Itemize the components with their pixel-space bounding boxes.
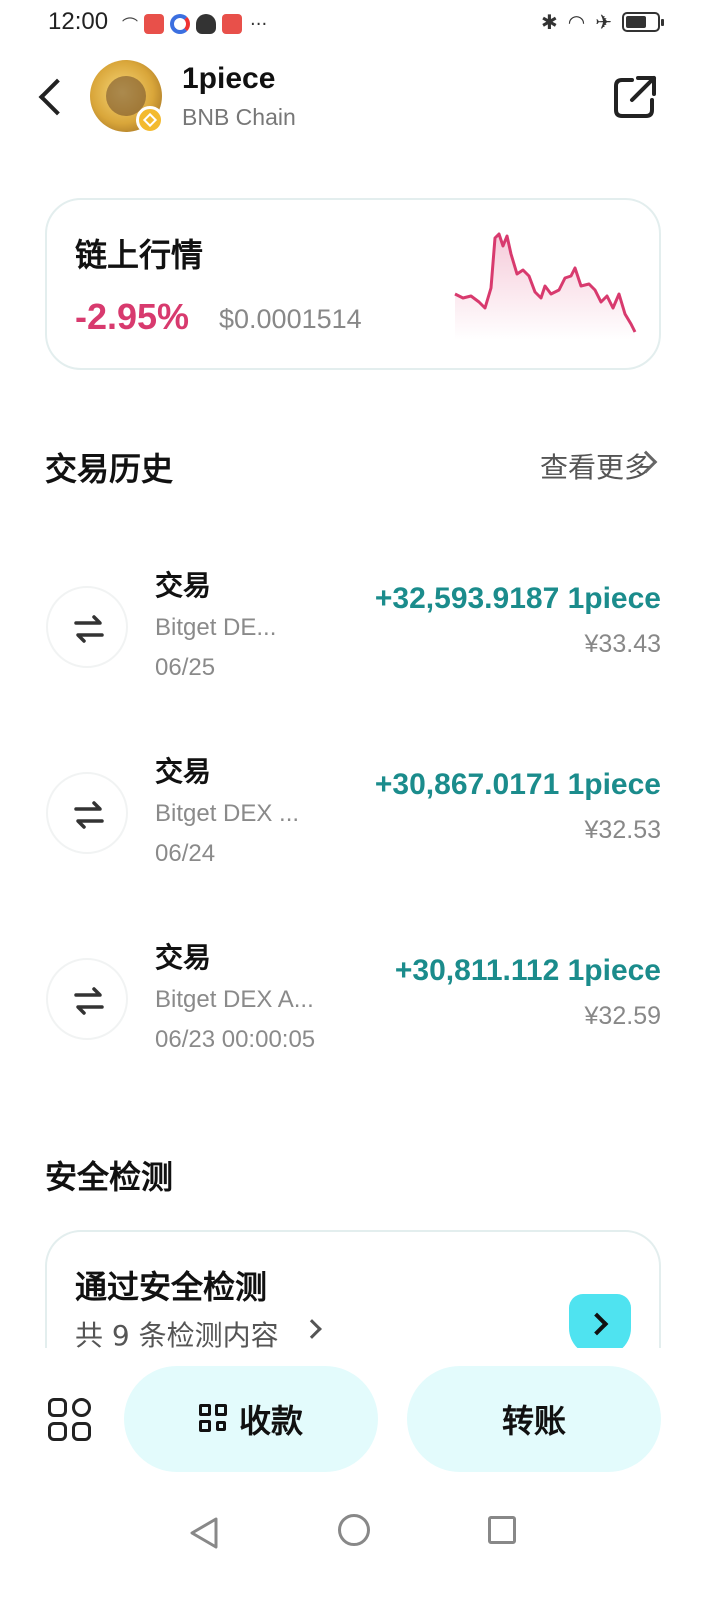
- view-more-link[interactable]: 查看更多: [540, 446, 652, 486]
- nav-back-icon[interactable]: [188, 1516, 220, 1550]
- g-app-icon: [170, 14, 191, 34]
- history-title: 交易历史: [45, 450, 174, 488]
- receive-button[interactable]: 收款: [124, 1366, 378, 1472]
- nav-recents-icon[interactable]: [488, 1516, 516, 1544]
- transaction-row[interactable]: 交易 Bitget DE... 06/25 +32,593.9187 1piec…: [0, 560, 720, 710]
- app-notification-icon: [222, 14, 243, 34]
- status-bar: 12:00 ⌒ ··· ✱ ◠ ✈: [0, 0, 720, 44]
- notification-icons: ⌒ ···: [122, 12, 267, 36]
- system-icons: ✱ ◠ ✈: [541, 10, 664, 34]
- bnb-chain-icon: [136, 106, 164, 134]
- security-section-title: 安全检测: [45, 1158, 174, 1196]
- tx-date: 06/23 00:00:05: [155, 1026, 316, 1053]
- security-check-card[interactable]: 通过安全检测 共 9 条检测内容: [45, 1230, 661, 1348]
- price-sparkline: [454, 232, 637, 340]
- token-name: 1piece: [182, 62, 276, 95]
- swap-icon: [46, 958, 128, 1040]
- swap-icon: [46, 772, 128, 854]
- apps-grid-button[interactable]: [46, 1396, 94, 1444]
- chain-name: BNB Chain: [182, 104, 296, 130]
- transfer-label: 转账: [501, 1402, 566, 1440]
- bluetooth-icon: ✱: [541, 10, 558, 34]
- tx-fiat-value: ¥32.59: [584, 1002, 661, 1030]
- tx-source: Bitget DEX A...: [155, 986, 314, 1013]
- chevron-right-icon: [302, 1319, 322, 1339]
- more-notifications-icon: ···: [250, 13, 268, 35]
- tx-date: 06/24: [155, 840, 216, 867]
- token-header: 1piece BNB Chain: [0, 56, 720, 146]
- swap-icon: [46, 586, 128, 668]
- price-change: -2.95%: [75, 296, 190, 337]
- wifi-icon: ◠: [567, 10, 586, 34]
- security-card-title: 通过安全检测: [75, 1268, 268, 1306]
- system-nav-bar: [0, 1490, 720, 1600]
- qq-icon: [196, 14, 217, 34]
- tx-source: Bitget DE...: [155, 614, 277, 641]
- tx-type: 交易: [155, 755, 212, 788]
- market-title: 链上行情: [75, 236, 204, 274]
- app-notification-icon: [144, 14, 165, 34]
- tx-fiat-value: ¥33.43: [584, 630, 661, 658]
- back-button[interactable]: [34, 78, 70, 118]
- tx-amount: +30,811.112 1piece: [394, 954, 661, 987]
- tx-type: 交易: [155, 941, 212, 974]
- transfer-button[interactable]: 转账: [407, 1366, 661, 1472]
- airplane-icon: ✈: [595, 10, 612, 34]
- share-icon[interactable]: [612, 74, 658, 120]
- tx-source: Bitget DEX ...: [155, 800, 300, 827]
- tx-date: 06/25: [155, 654, 216, 681]
- receive-label: 收款: [238, 1402, 303, 1440]
- transaction-row[interactable]: 交易 Bitget DEX A... 06/23 00:00:05 +30,81…: [0, 932, 720, 1082]
- action-bar: 收款 转账: [0, 1348, 720, 1488]
- transaction-row[interactable]: 交易 Bitget DEX ... 06/24 +30,867.0171 1pi…: [0, 746, 720, 896]
- tx-amount: +32,593.9187 1piece: [374, 582, 661, 615]
- arrow-badge-icon: [569, 1294, 631, 1348]
- nav-home-icon[interactable]: [338, 1514, 370, 1546]
- tx-amount: +30,867.0171 1piece: [374, 768, 661, 801]
- link-icon: ⌒: [122, 16, 139, 35]
- qr-code-icon: [198, 1404, 229, 1434]
- tx-fiat-value: ¥32.53: [584, 816, 661, 844]
- battery-icon: [622, 12, 664, 32]
- security-card-subtitle: 共 9 条检测内容: [75, 1319, 279, 1348]
- status-time: 12:00: [48, 8, 109, 35]
- market-card[interactable]: 链上行情 -2.95% $0.0001514: [45, 198, 661, 370]
- token-price: $0.0001514: [219, 304, 362, 334]
- tx-type: 交易: [155, 569, 212, 602]
